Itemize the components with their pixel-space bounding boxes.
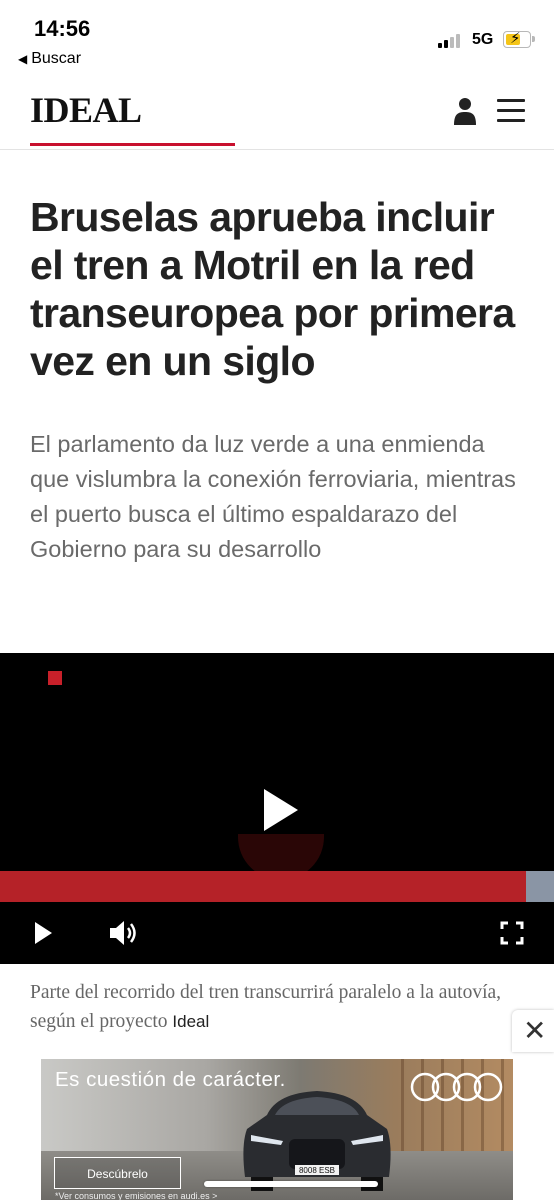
article-subheadline: El parlamento da luz verde a una enmiend… [30,431,516,562]
back-label: Buscar [31,50,82,67]
play-icon[interactable] [35,922,52,944]
caption-text: Parte del recorrido del tren transcurrir… [30,982,502,1032]
battery-tip [532,36,535,42]
network-label: 5G [472,31,494,48]
video-caption: Parte del recorrido del tren transcurrir… [30,978,530,1036]
logo-accent-bar [30,143,235,146]
ad-banner-container: Es cuestión de carácter. 8008 ESB Descúb… [0,1050,554,1200]
user-icon[interactable] [454,97,476,125]
fullscreen-icon[interactable] [500,921,524,945]
back-to-search-button[interactable]: ◀ Buscar [18,50,81,68]
back-arrow-icon: ◀ [18,52,28,66]
close-icon: ✕ [523,1015,547,1046]
big-play-icon[interactable] [264,789,298,831]
license-plate: 8008 ESB [299,1166,335,1175]
article-headline: Bruselas aprueba incluir el tren a Motri… [30,194,515,384]
video-player[interactable] [0,653,554,964]
status-bar: 14:56 ◀ Buscar 5G ⚡ [0,0,554,75]
record-indicator [48,671,62,685]
audi-rings-icon [410,1072,503,1102]
signal-icon [438,32,466,48]
site-header: IDEAL [0,75,554,150]
car-image: 8008 ESB [243,1091,391,1191]
caption-credit: Ideal [172,1012,210,1031]
ad-banner[interactable]: Es cuestión de carácter. 8008 ESB Descúb… [41,1059,513,1200]
clock: 14:56 [34,16,91,41]
battery-icon: ⚡ [503,30,531,48]
ad-legal-text[interactable]: *Ver consumos y emisiones en audi.es > [55,1191,217,1200]
ad-discover-button[interactable]: Descúbrelo [54,1157,181,1189]
home-indicator[interactable] [204,1181,378,1187]
volume-icon[interactable] [108,919,140,947]
close-ad-button[interactable]: ✕ [512,1010,554,1052]
ideal-logo[interactable]: IDEAL [30,89,142,131]
video-progress-fill [0,871,526,902]
menu-icon[interactable] [497,98,525,122]
